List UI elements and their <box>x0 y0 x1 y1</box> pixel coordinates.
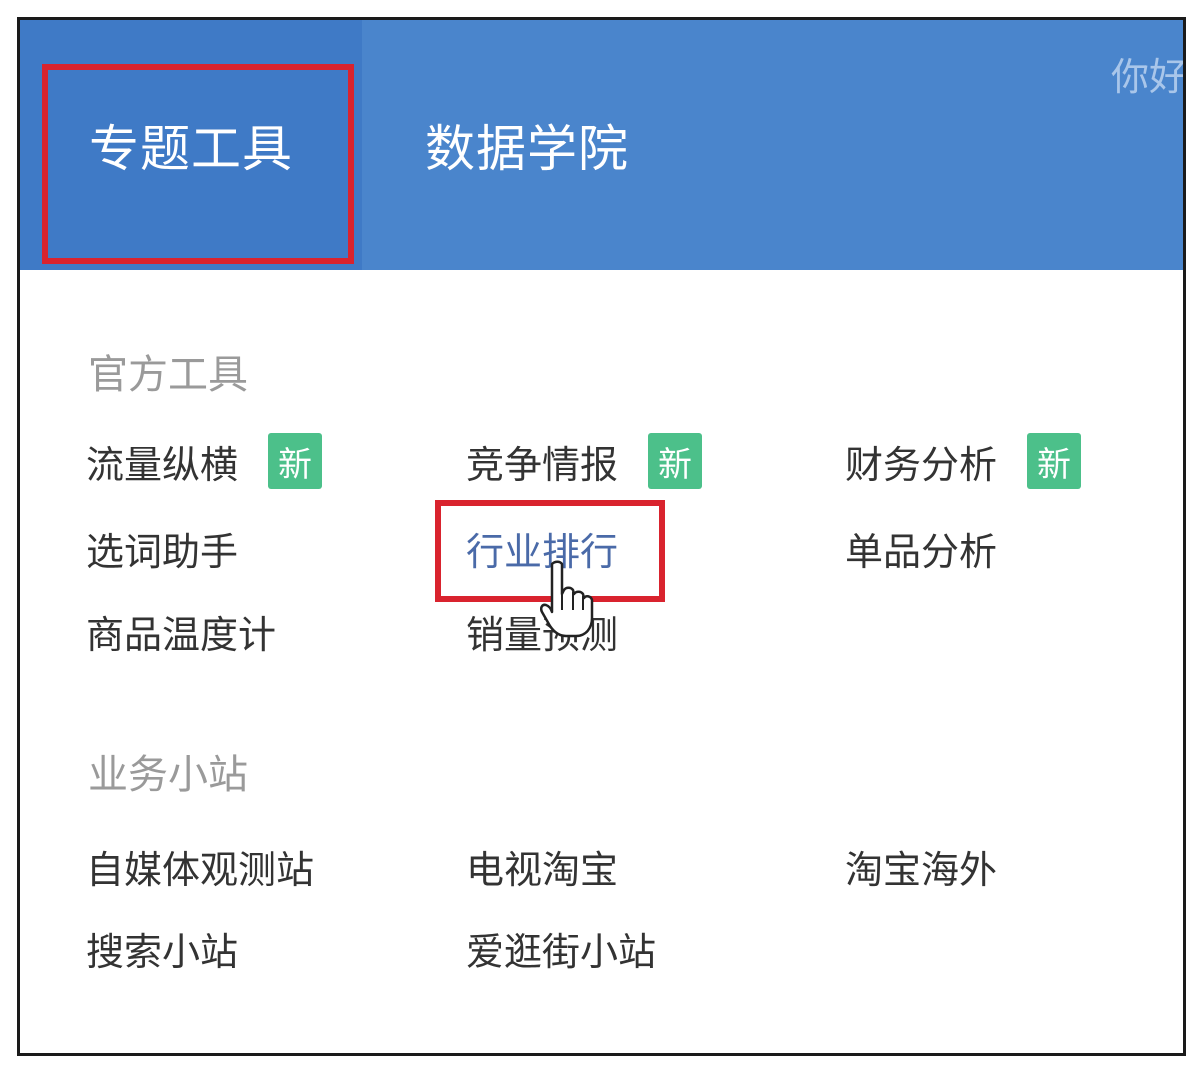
menu-item-product-thermometer[interactable]: 商品温度计 <box>86 603 276 659</box>
menu-item-competition[interactable]: 竞争情报 新 <box>466 433 703 489</box>
menu-item-label: 电视淘宝 <box>466 847 619 892</box>
menu-item-finance[interactable]: 财务分析 新 <box>845 433 1082 489</box>
user-greeting: 你好 <box>1110 55 1186 99</box>
menu-item-label: 搜索小站 <box>86 929 239 974</box>
tab-data-academy[interactable]: 数据学院 <box>425 20 629 270</box>
menu-item-label: 流量纵横 <box>86 442 239 487</box>
menu-item-industry-ranking[interactable]: 行业排行 <box>466 520 618 576</box>
tab-topic-tools[interactable]: 专题工具 <box>20 20 362 270</box>
new-badge: 新 <box>648 433 703 489</box>
menu-item-label: 销量预测 <box>466 612 619 657</box>
new-badge: 新 <box>268 433 323 489</box>
tab-topic-tools-label: 专题工具 <box>89 120 293 178</box>
new-badge: 新 <box>1027 433 1082 489</box>
top-navbar: 专题工具 数据学院 你好 <box>20 20 1183 270</box>
menu-item-label: 选词助手 <box>86 529 239 574</box>
menu-item-search-station[interactable]: 搜索小站 <box>86 920 238 976</box>
section-title-official-tools: 官方工具 <box>88 352 248 398</box>
menu-item-shopping-station[interactable]: 爱逛街小站 <box>466 920 656 976</box>
menu-item-label: 行业排行 <box>466 529 619 574</box>
menu-item-tv-taobao[interactable]: 电视淘宝 <box>466 838 618 894</box>
menu-item-keyword-helper[interactable]: 选词助手 <box>86 520 238 576</box>
menu-item-label: 爱逛街小站 <box>466 929 657 974</box>
menu-item-taobao-overseas[interactable]: 淘宝海外 <box>845 838 997 894</box>
menu-item-label: 竞争情报 <box>466 442 619 487</box>
app-frame: 专题工具 数据学院 你好 官方工具 流量纵横 新 竞争情报 新 财务分析 新 选… <box>17 17 1186 1056</box>
menu-item-product-analysis[interactable]: 单品分析 <box>845 520 997 576</box>
menu-item-label: 商品温度计 <box>86 612 277 657</box>
section-title-business-stations: 业务小站 <box>88 752 248 798</box>
menu-item-label: 财务分析 <box>845 442 998 487</box>
menu-item-label: 淘宝海外 <box>845 847 998 892</box>
tab-data-academy-label: 数据学院 <box>425 120 629 178</box>
menu-item-media-observatory[interactable]: 自媒体观测站 <box>86 838 314 894</box>
menu-item-label: 单品分析 <box>845 529 998 574</box>
menu-item-label: 自媒体观测站 <box>86 847 315 892</box>
menu-item-sales-forecast[interactable]: 销量预测 <box>466 603 618 659</box>
menu-item-traffic[interactable]: 流量纵横 新 <box>86 433 323 489</box>
